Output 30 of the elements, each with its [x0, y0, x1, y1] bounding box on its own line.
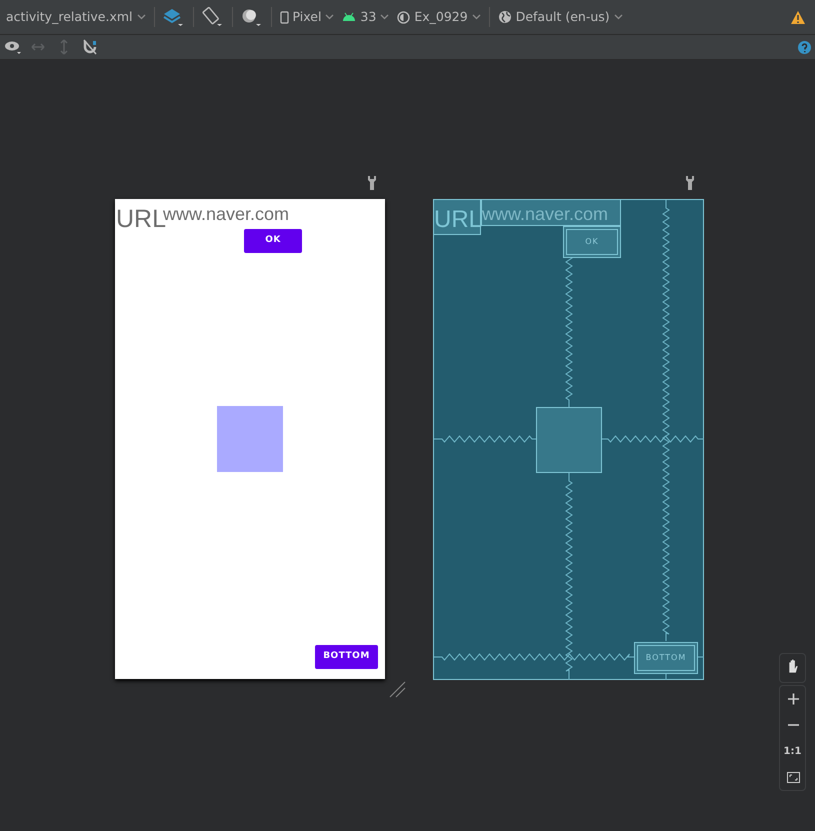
chevron-icon	[472, 14, 481, 20]
layers-icon[interactable]	[162, 7, 184, 27]
night-mode-icon[interactable]	[240, 7, 262, 27]
square-view	[217, 406, 283, 472]
file-dropdown[interactable]: activity_relative.xml	[6, 8, 146, 26]
ok-button[interactable]: OK	[244, 229, 302, 253]
url-text: www.naver.com	[481, 199, 621, 226]
chevron-icon	[380, 14, 390, 20]
theme-dropdown[interactable]: Ex_0929	[397, 8, 481, 26]
ok-button-outline: OK	[563, 226, 621, 258]
warning-icon[interactable]	[791, 10, 805, 24]
wrench-icon[interactable]	[367, 176, 377, 190]
eye-icon[interactable]	[4, 39, 22, 55]
api-dropdown[interactable]: 33	[342, 8, 390, 26]
chevron-icon	[614, 14, 623, 20]
globe-icon	[498, 10, 512, 24]
square-view-outline	[536, 407, 602, 473]
android-icon	[342, 12, 356, 22]
help-icon[interactable]	[798, 40, 811, 54]
bottom-button-outline: BOTTOM	[634, 642, 698, 674]
bottom-button[interactable]: BOTTOM	[315, 645, 378, 669]
chevron-icon	[136, 14, 146, 20]
locale-dropdown[interactable]: Default (en-us)	[498, 8, 623, 26]
wrench-icon[interactable]	[685, 176, 695, 190]
phone-icon	[280, 10, 288, 24]
rotate-icon[interactable]	[202, 7, 224, 27]
device-dropdown[interactable]: Pixel	[280, 8, 334, 26]
theme-icon	[397, 10, 410, 24]
resize-handle-icon[interactable]	[389, 681, 406, 698]
chevron-icon	[325, 14, 334, 20]
